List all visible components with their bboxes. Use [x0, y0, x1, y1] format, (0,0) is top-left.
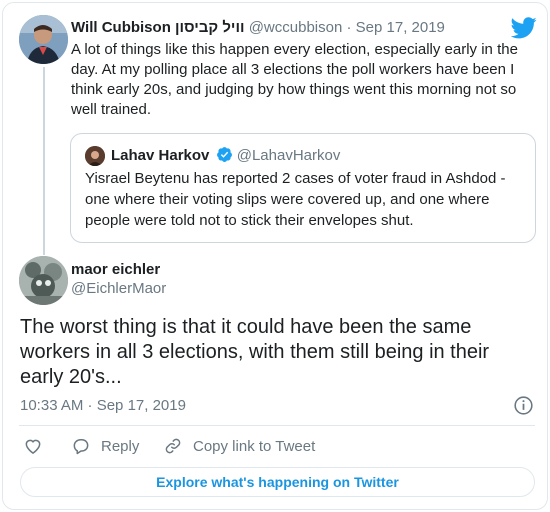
- thread-connector-line: [43, 67, 45, 255]
- quoted-author-avatar: [85, 146, 105, 166]
- reply-icon: [73, 439, 89, 455]
- quoted-tweet-header: Lahav Harkov @LahavHarkov: [111, 146, 340, 166]
- tweet-embed-card: Will Cubbison וויל קביסון @wccubbison · …: [2, 2, 548, 510]
- parent-date[interactable]: Sep 17, 2019: [356, 19, 445, 36]
- heart-icon: [25, 439, 41, 454]
- verified-badge-icon: [216, 147, 232, 162]
- quoted-display-name: Lahav Harkov: [111, 147, 210, 164]
- parent-separator: ·: [346, 19, 352, 36]
- parent-tweet-header: Will Cubbison וויל קביסון @wccubbison · …: [71, 18, 445, 38]
- like-button[interactable]: [23, 435, 53, 457]
- info-icon[interactable]: [513, 395, 534, 416]
- parent-tweet-text: A lot of things like this happen every e…: [71, 41, 518, 118]
- parent-author-avatar[interactable]: [19, 15, 68, 64]
- main-display-name[interactable]: maor eichler: [71, 260, 160, 280]
- actions-divider: [19, 425, 535, 426]
- copy-link-button[interactable]: Copy link to Tweet: [163, 435, 315, 457]
- main-handle[interactable]: @EichlerMaor: [71, 279, 166, 299]
- tweet-timestamp[interactable]: 10:33 AM · Sep 17, 2019: [20, 396, 186, 416]
- parent-handle[interactable]: @wccubbison: [249, 19, 343, 36]
- reply-label: Reply: [101, 437, 140, 455]
- quoted-handle: @LahavHarkov: [236, 147, 341, 164]
- link-icon: [165, 438, 181, 454]
- explore-twitter-button[interactable]: Explore what's happening on Twitter: [20, 467, 535, 497]
- main-tweet-text: The worst thing is that it could have be…: [20, 316, 490, 388]
- parent-display-name[interactable]: Will Cubbison וויל קביסון: [71, 19, 245, 36]
- quoted-tweet-text: Yisrael Beytenu has reported 2 cases of …: [85, 170, 506, 229]
- reply-button[interactable]: Reply: [71, 435, 139, 457]
- copy-link-label: Copy link to Tweet: [193, 437, 316, 455]
- main-author-avatar[interactable]: [19, 256, 68, 305]
- quoted-tweet[interactable]: Lahav Harkov @LahavHarkov Yisrael Beyten…: [70, 133, 536, 243]
- twitter-bird-icon[interactable]: [511, 17, 537, 39]
